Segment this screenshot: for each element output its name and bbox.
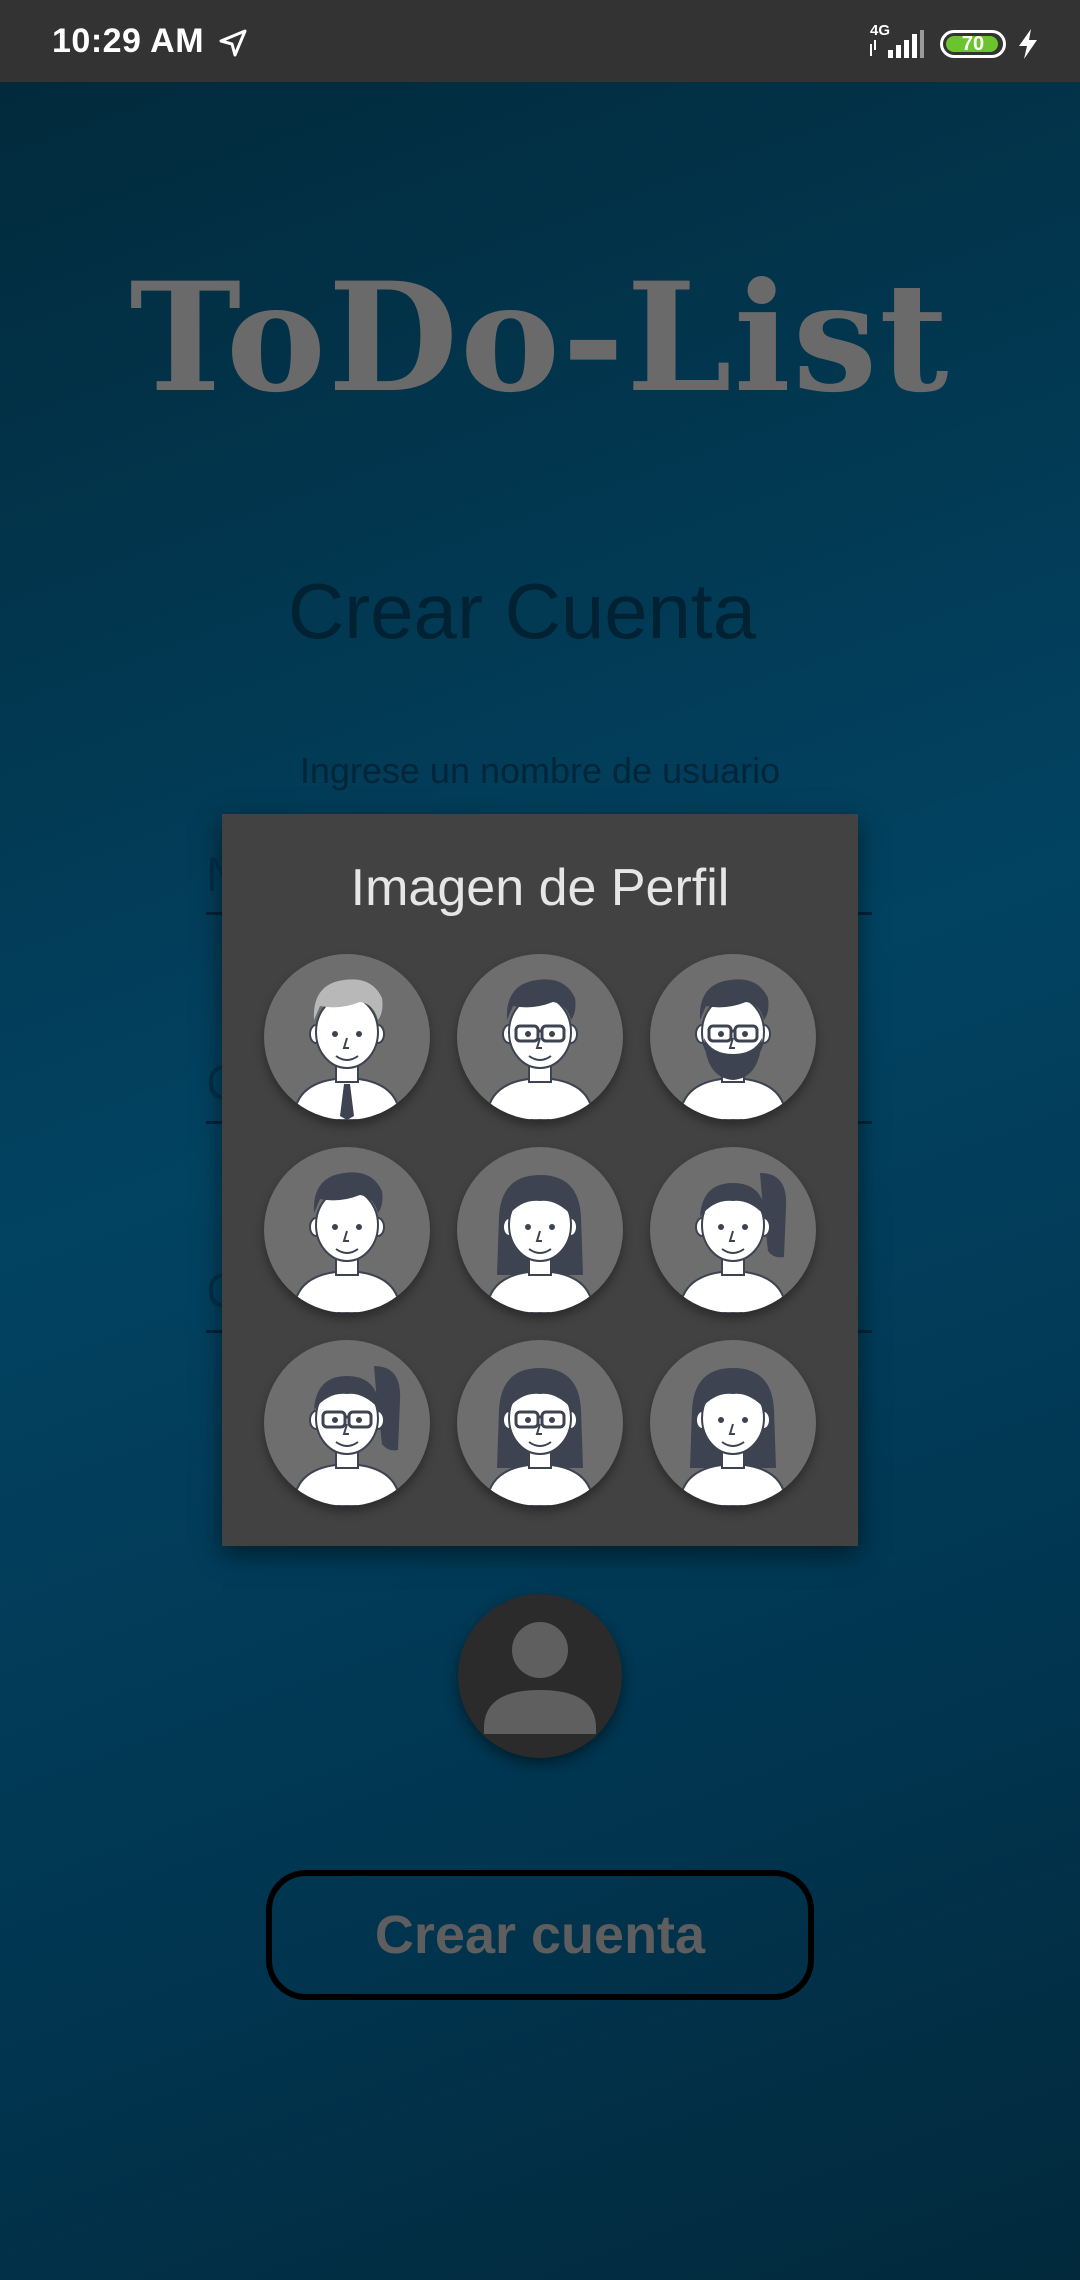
app-title: ToDo-List	[129, 250, 951, 426]
avatar-man-beard-glasses-icon	[678, 979, 788, 1120]
location-arrow-icon	[219, 29, 247, 57]
page-heading: Crear Cuenta	[287, 567, 757, 655]
avatar-woman-long-hair[interactable]	[457, 1147, 623, 1313]
avatar-woman-ponytail[interactable]	[650, 1147, 816, 1313]
battery-level: 70	[961, 33, 985, 55]
username-hint: Ingrese un nombre de usuario	[299, 750, 781, 791]
create-account-button[interactable]: Crear cuenta	[266, 1870, 814, 2000]
avatar-woman-ponytail-glasses[interactable]	[264, 1340, 430, 1506]
avatar-man-tie-icon	[292, 979, 402, 1120]
dialog-title: Imagen de Perfil	[350, 859, 730, 917]
avatar-woman-long-hair-glasses-icon	[485, 1368, 595, 1506]
profile-picture-button[interactable]	[458, 1594, 622, 1758]
signal-icon	[870, 30, 924, 58]
status-time: 10:29 AM	[52, 22, 205, 60]
avatar-woman-long-hair-glasses[interactable]	[457, 1340, 623, 1506]
avatar-woman-ponytail-glasses-icon	[292, 1366, 402, 1506]
avatar-man-short-hair-icon	[292, 1172, 402, 1313]
avatar-woman-hoodie[interactable]	[650, 1340, 816, 1506]
charging-icon	[1019, 29, 1037, 59]
avatar-man-short-hair[interactable]	[264, 1147, 430, 1313]
person-placeholder-icon	[484, 1622, 596, 1734]
avatar-man-glasses[interactable]	[457, 954, 623, 1120]
avatar-woman-hoodie-icon	[678, 1368, 788, 1506]
profile-image-dialog: Imagen de Perfil	[222, 814, 858, 1546]
status-bar: 10:29 AM 4G 70	[0, 0, 1080, 82]
avatar-woman-long-hair-icon	[485, 1175, 595, 1313]
avatar-woman-ponytail-icon	[678, 1173, 788, 1313]
battery-icon: 70	[940, 30, 1006, 58]
avatar-man-tie[interactable]	[264, 954, 430, 1120]
avatar-man-glasses-icon	[485, 979, 595, 1120]
avatar-man-beard-glasses[interactable]	[650, 954, 816, 1120]
